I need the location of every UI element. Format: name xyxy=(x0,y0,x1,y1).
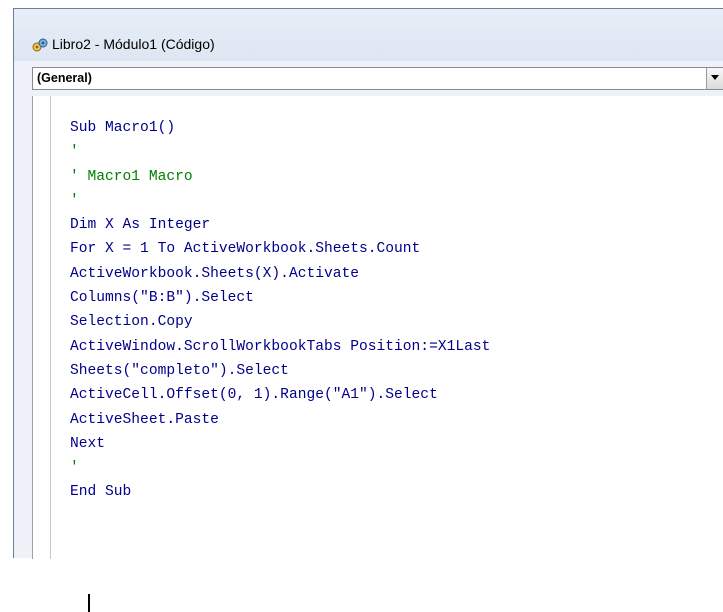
title-bar[interactable]: Libro2 - Módulo1 (Código) xyxy=(14,9,723,61)
code-line[interactable]: End Sub xyxy=(70,480,490,504)
code-line[interactable]: For X = 1 To ActiveWorkbook.Sheets.Count xyxy=(70,237,490,261)
code-line[interactable]: ' xyxy=(70,189,490,213)
object-combobox-value: (General) xyxy=(37,71,92,85)
code-line[interactable]: ' Macro1 Macro xyxy=(70,165,490,189)
code-line[interactable]: Sheets("completo").Select xyxy=(70,359,490,383)
object-combobox[interactable]: (General) xyxy=(32,67,723,90)
text-cursor xyxy=(88,594,90,612)
code-line[interactable]: ActiveCell.Offset(0, 1).Range("A1").Sele… xyxy=(70,383,490,407)
code-line[interactable]: ActiveWorkbook.Sheets(X).Activate xyxy=(70,262,490,286)
window-title: Libro2 - Módulo1 (Código) xyxy=(52,36,215,52)
code-editor[interactable]: Sub Macro1() ' ' Macro1 Macro ' Dim X As Int… xyxy=(32,96,723,612)
code-line[interactable]: Columns("B:B").Select xyxy=(70,286,490,310)
chevron-down-icon xyxy=(711,75,719,80)
code-line[interactable]: ActiveSheet.Paste xyxy=(70,408,490,432)
code-text[interactable]: Sub Macro1() ' ' Macro1 Macro ' Dim X As Int… xyxy=(70,116,490,505)
code-line[interactable]: ActiveWindow.ScrollWorkbookTabs Position… xyxy=(70,335,490,359)
dropdown-button[interactable] xyxy=(706,68,723,89)
margin-indicator-bar[interactable] xyxy=(33,96,51,559)
code-line[interactable]: Dim X As Integer xyxy=(70,213,490,237)
code-line[interactable]: ' xyxy=(70,456,490,480)
code-line[interactable]: Next xyxy=(70,432,490,456)
code-line[interactable]: Selection.Copy xyxy=(70,310,490,334)
vba-module-icon xyxy=(32,37,48,52)
code-line[interactable]: ' xyxy=(70,140,490,164)
code-window: Libro2 - Módulo1 (Código) (General) Sub … xyxy=(13,8,723,612)
code-line[interactable]: Sub Macro1() xyxy=(70,116,490,140)
